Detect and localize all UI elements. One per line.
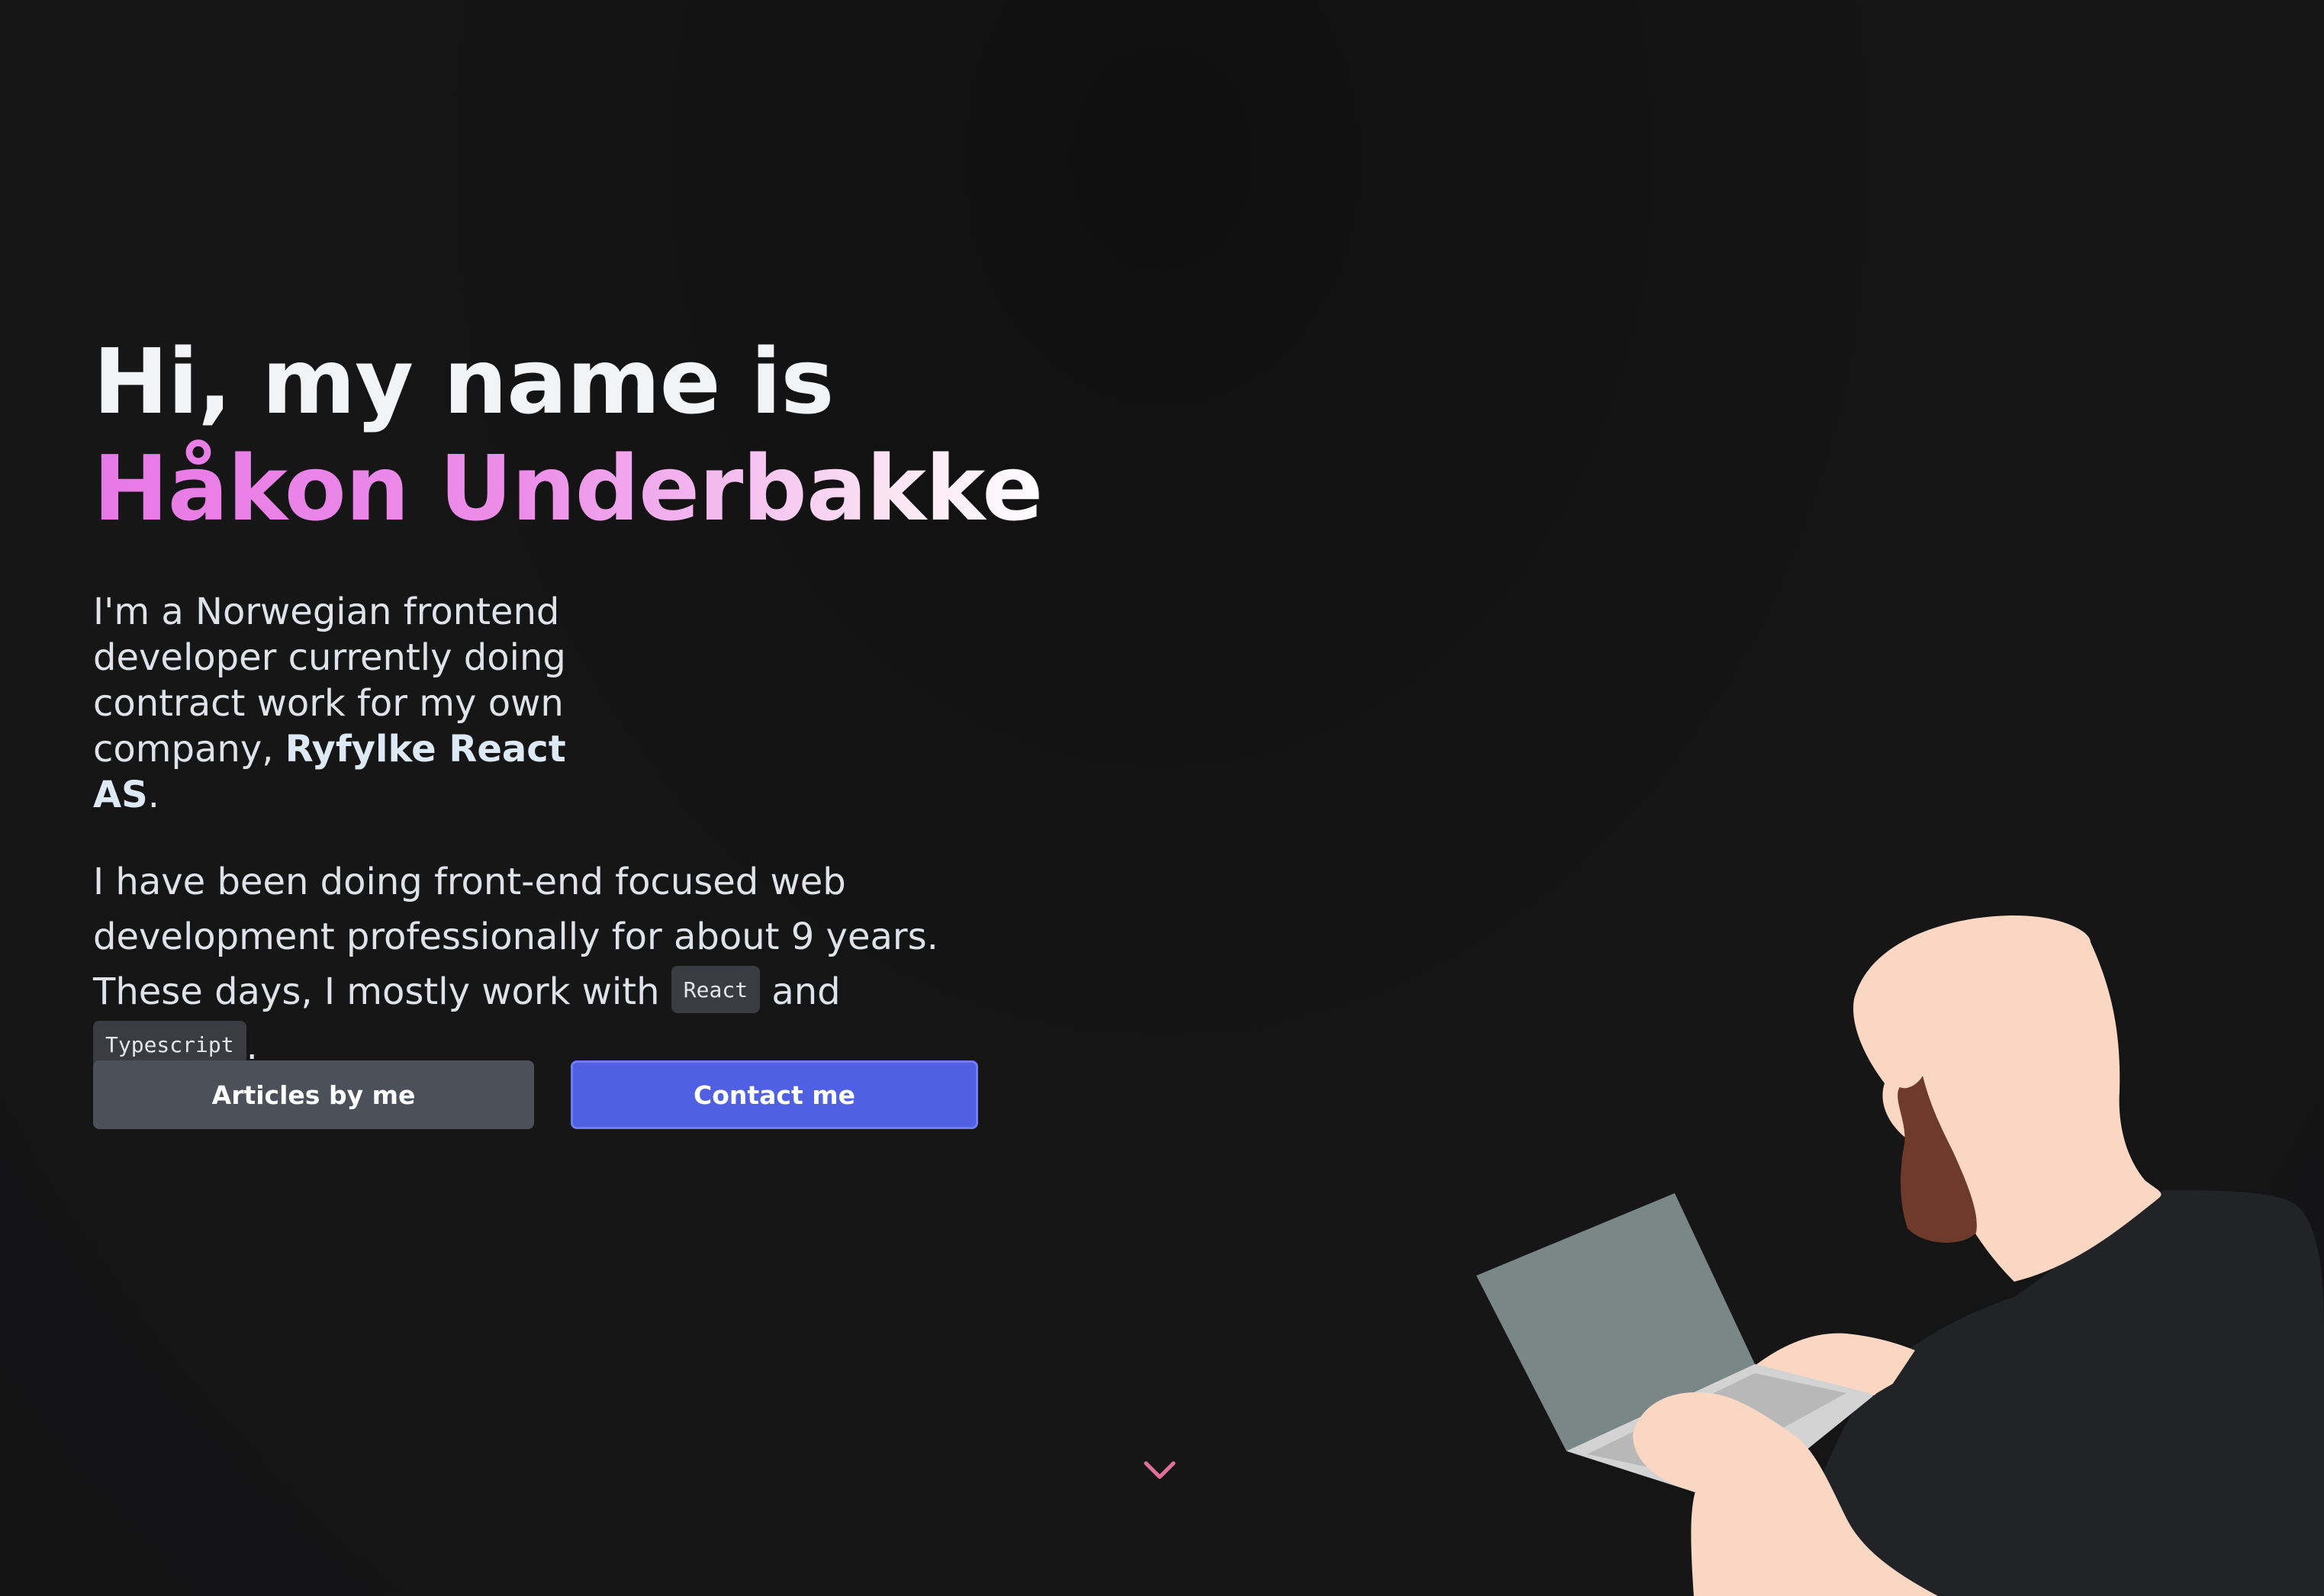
- intro-period: .: [147, 774, 159, 816]
- articles-button[interactable]: Articles by me: [93, 1060, 534, 1129]
- greeting-heading: Hi, my name is: [93, 329, 834, 434]
- developer-illustration-icon: [1476, 915, 2324, 1596]
- tech-badge-react: React: [671, 966, 761, 1013]
- about-paragraph: I have been doing front-end focused web …: [93, 854, 948, 1074]
- hero-section: Hi, my name is Håkon Underbakke I'm a No…: [93, 328, 1054, 1074]
- hero-actions: Articles by me Contact me: [93, 1060, 978, 1129]
- intro-paragraph: I'm a Norwegian frontend developer curre…: [93, 589, 620, 818]
- about-conjunction: and: [760, 970, 841, 1013]
- chevron-down-icon[interactable]: [1143, 1459, 1176, 1482]
- contact-button[interactable]: Contact me: [571, 1060, 978, 1129]
- name-heading: Håkon Underbakke: [93, 435, 1054, 542]
